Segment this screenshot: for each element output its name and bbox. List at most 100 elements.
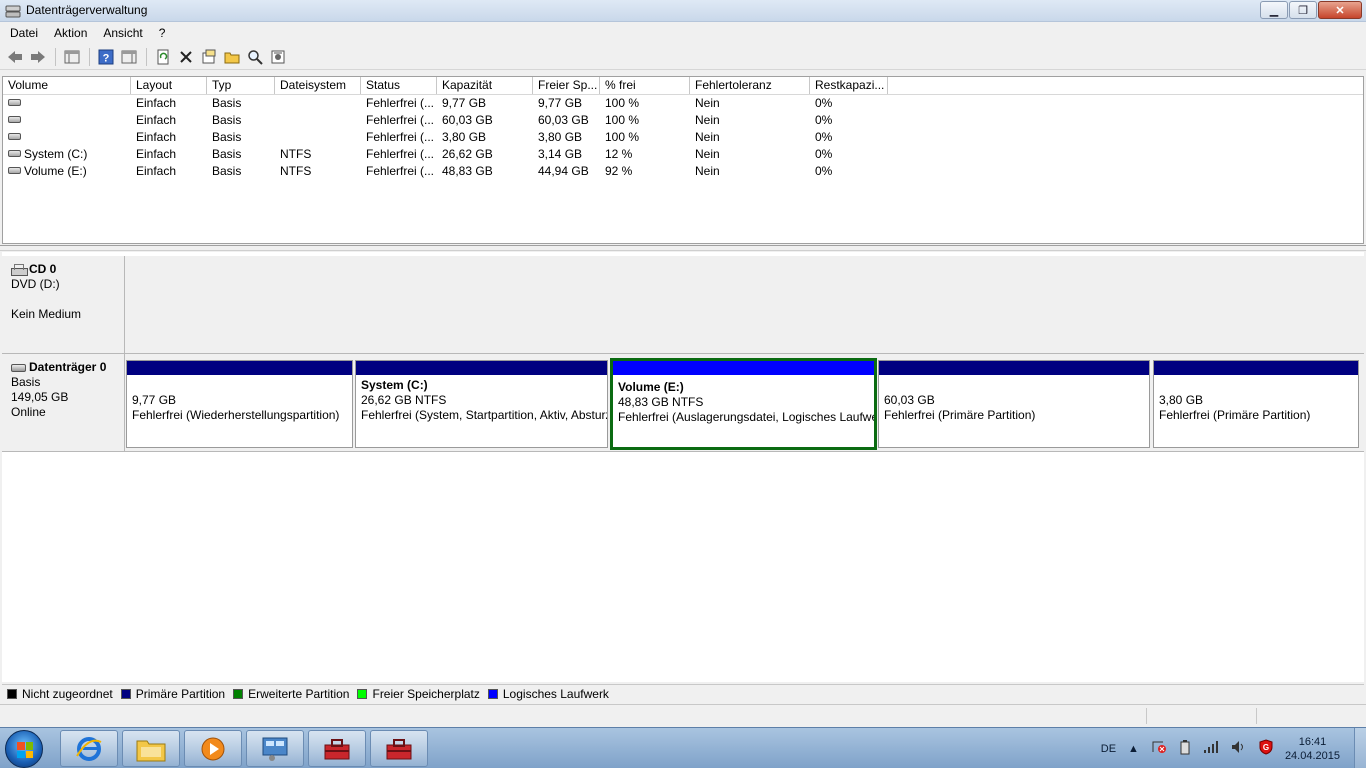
forward-icon[interactable] <box>27 47 49 67</box>
column-header-restkapazitaet[interactable]: Restkapazi... <box>810 77 888 94</box>
toolbox-icon <box>386 738 412 759</box>
restkapazitaet-cell: 0% <box>815 164 833 178</box>
menu-datei[interactable]: Datei <box>2 26 46 40</box>
table-row[interactable]: Einfach Basis Fehlerfrei (... 3,80 GB 3,… <box>3 129 1363 146</box>
minimize-button[interactable]: ▁ <box>1260 1 1288 19</box>
disk-0[interactable]: Datenträger 0 Basis 149,05 GB Online 9,7… <box>2 354 1364 452</box>
column-header-fehlertoleranz[interactable]: Fehlertoleranz <box>690 77 810 94</box>
start-button[interactable] <box>5 730 43 768</box>
svg-text:?: ? <box>103 52 110 64</box>
legend-label: Freier Speicherplatz <box>372 686 480 701</box>
partition-system-c[interactable]: System (C:) 26,62 GB NTFS Fehlerfrei (Sy… <box>355 360 608 448</box>
partition-primary-3gb[interactable]: 3,80 GB Fehlerfrei (Primäre Partition) <box>1153 360 1359 448</box>
taskbar-explorer[interactable] <box>122 730 180 767</box>
taskbar-toolbox-2[interactable] <box>370 730 428 767</box>
toolbox-icon <box>324 738 350 759</box>
maximize-button[interactable]: ❐ <box>1289 1 1317 19</box>
disk-state: Online <box>11 405 46 419</box>
table-row[interactable]: System (C:) Einfach Basis NTFS Fehlerfre… <box>3 146 1363 163</box>
explorer-folder-icon <box>136 740 166 761</box>
drive-icon <box>8 133 21 141</box>
disk-cd0[interactable]: CD 0 DVD (D:) Kein Medium <box>2 256 1364 354</box>
network-icon[interactable] <box>1203 740 1219 757</box>
table-row[interactable]: Einfach Basis Fehlerfrei (... 60,03 GB 6… <box>3 112 1363 129</box>
help-icon[interactable]: ? <box>95 47 117 67</box>
column-header-dateisystem[interactable]: Dateisystem <box>275 77 361 94</box>
taskbar-toolbox-1[interactable] <box>308 730 366 767</box>
table-row[interactable]: Volume (E:) Einfach Basis NTFS Fehlerfre… <box>3 163 1363 180</box>
legend-label: Nicht zugeordnet <box>22 686 113 701</box>
refresh-icon[interactable] <box>152 47 174 67</box>
menu-aktion[interactable]: Aktion <box>46 26 95 40</box>
volume-list[interactable]: Volume Layout Typ Dateisystem Status Kap… <box>2 76 1364 244</box>
power-icon[interactable] <box>1179 739 1191 758</box>
legend-label: Logisches Laufwerk <box>502 686 609 701</box>
taskbar-control-panel[interactable] <box>246 730 304 767</box>
column-header-layout[interactable]: Layout <box>131 77 207 94</box>
column-header-kapazitaet[interactable]: Kapazität <box>437 77 533 94</box>
drive-icon <box>8 150 21 158</box>
window-controls: ▁ ❐ ✕ <box>1259 1 1362 19</box>
disk-name: CD 0 <box>29 262 57 276</box>
legend-item: Primäre Partition <box>120 687 225 701</box>
freier-speicher-cell: 3,80 GB <box>538 130 583 144</box>
status-cell: Fehlerfrei (... <box>366 164 435 178</box>
menu-help[interactable]: ? <box>151 26 174 40</box>
menu-ansicht[interactable]: Ansicht <box>95 26 150 40</box>
pane-splitter[interactable] <box>0 245 1366 251</box>
clock[interactable]: 16:41 24.04.2015 <box>1285 735 1340 763</box>
settings-icon[interactable] <box>267 47 289 67</box>
partition-status: Fehlerfrei (System, Startpartition, Akti… <box>361 408 607 422</box>
column-header-prozent-frei[interactable]: % frei <box>600 77 690 94</box>
disk-body-0: 9,77 GB Fehlerfrei (Wiederherstellungspa… <box>125 354 1364 452</box>
show-desktop-button[interactable] <box>1354 728 1366 768</box>
folder-icon[interactable] <box>221 47 243 67</box>
clock-date: 24.04.2015 <box>1284 749 1340 762</box>
partition-size: 60,03 GB <box>884 393 935 407</box>
close-button[interactable]: ✕ <box>1318 1 1362 19</box>
properties-sheet-icon[interactable] <box>198 47 220 67</box>
delete-icon[interactable] <box>175 47 197 67</box>
partition-primary-60gb[interactable]: 60,03 GB Fehlerfrei (Primäre Partition) <box>878 360 1150 448</box>
clock-time: 16:41 <box>1298 735 1327 748</box>
column-header-volume[interactable]: Volume <box>3 77 131 94</box>
column-header-status[interactable]: Status <box>361 77 437 94</box>
volume-cell <box>3 112 131 129</box>
drive-icon <box>8 99 21 107</box>
legend-swatch <box>120 688 131 699</box>
taskbar-media-player[interactable] <box>184 730 242 767</box>
legend: Nicht zugeordnet Primäre Partition Erwei… <box>2 684 1364 702</box>
internet-explorer-icon <box>76 736 102 761</box>
properties-icon[interactable] <box>118 47 140 67</box>
partition-status: Fehlerfrei (Auslagerungsdatei, Logisches… <box>618 410 874 424</box>
volume-name: Volume (E:) <box>24 164 87 178</box>
partition-volume-e[interactable]: Volume (E:) 48,83 GB NTFS Fehlerfrei (Au… <box>610 358 877 450</box>
legend-label: Erweiterte Partition <box>248 686 350 701</box>
partition-recovery[interactable]: 9,77 GB Fehlerfrei (Wiederherstellungspa… <box>126 360 353 448</box>
show-hidden-icons-icon[interactable]: ▲ <box>1128 743 1139 755</box>
console-icon[interactable] <box>61 47 83 67</box>
back-icon[interactable] <box>4 47 26 67</box>
media-player-icon <box>201 737 225 760</box>
search-icon[interactable] <box>244 47 266 67</box>
status-cell: Fehlerfrei (... <box>366 113 435 127</box>
volume-icon[interactable] <box>1231 740 1247 757</box>
volume-cell <box>3 95 131 112</box>
language-indicator[interactable]: DE <box>1101 743 1116 755</box>
antivirus-shield-icon[interactable]: G <box>1259 739 1273 758</box>
toolbar-separator <box>146 47 147 66</box>
column-header-freier-speicher[interactable]: Freier Sp... <box>533 77 600 94</box>
typ-cell: Basis <box>212 113 242 127</box>
disk-info-0[interactable]: Datenträger 0 Basis 149,05 GB Online <box>2 354 125 452</box>
kapazitaet-cell: 60,03 GB <box>442 113 493 127</box>
disk-info-cd0[interactable]: CD 0 DVD (D:) Kein Medium <box>2 256 125 354</box>
column-header-typ[interactable]: Typ <box>207 77 275 94</box>
restkapazitaet-cell: 0% <box>815 96 833 110</box>
action-center-icon[interactable] <box>1151 740 1167 757</box>
status-cell: Fehlerfrei (... <box>366 147 435 161</box>
taskbar-internet-explorer[interactable] <box>60 730 118 767</box>
table-row[interactable]: Einfach Basis Fehlerfrei (... 9,77 GB 9,… <box>3 95 1363 112</box>
typ-cell: Basis <box>212 147 242 161</box>
windows-logo-icon <box>17 742 33 758</box>
volume-name: System (C:) <box>24 147 88 161</box>
